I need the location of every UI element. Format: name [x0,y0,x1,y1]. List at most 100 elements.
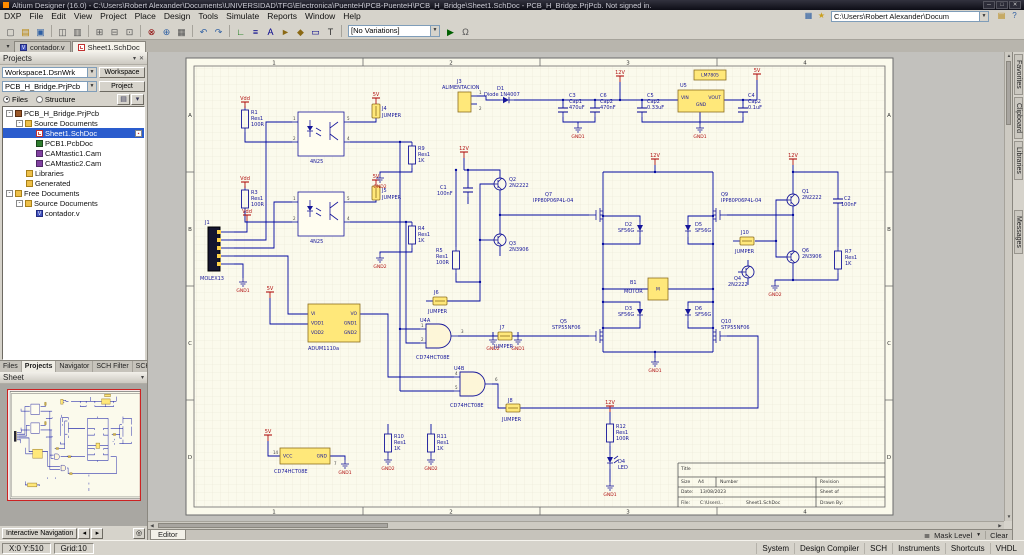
panel-menu-icon[interactable]: ▾ [133,55,136,62]
jumper[interactable] [498,332,512,340]
tree-item[interactable]: Vcontador.v [3,208,144,218]
place-bus-icon[interactable]: ≡ [248,24,263,38]
paste-icon[interactable]: ▦ [174,24,189,38]
undo-icon[interactable]: ↶ [196,24,211,38]
optocoupler-4n25[interactable] [30,404,39,414]
doc-tab-contador.v[interactable]: Vcontador.v [14,41,71,52]
optocoupler-4n25[interactable] [292,112,350,156]
schematic-canvas[interactable]: 11223344AABBCCDDTitleSizeA4NumberRevisio… [148,52,1004,521]
open-icon[interactable]: ▤ [18,24,33,38]
interactive-navigation-button[interactable]: Interactive Navigation [2,528,77,539]
print-icon[interactable]: ◫ [55,24,70,38]
save-icon[interactable]: ▣ [33,24,48,38]
panel-tab-sch[interactable]: SCH [133,361,147,372]
menu-view[interactable]: View [70,10,96,22]
open-folder-icon[interactable]: ▤ [996,11,1007,21]
chevron-down-icon[interactable]: ▼ [87,82,96,91]
optocoupler-4n25[interactable] [292,192,350,236]
menu-tools[interactable]: Tools [194,10,222,22]
close-button[interactable]: ✕ [1009,1,1021,9]
and-gate[interactable] [61,465,66,471]
right-tab-clipboard[interactable]: Clipboard [1014,97,1023,139]
document-path-combobox[interactable]: C:\Users\Robert Alexander\Docum ▼ [831,11,989,22]
place-wire-icon[interactable]: ∟ [233,24,248,38]
tree-expander-icon[interactable]: - [6,110,13,117]
nav-back-icon[interactable]: ◂ [78,528,90,539]
sheet-preview-thumbnail[interactable] [7,389,141,501]
tree-expander-icon[interactable]: - [16,200,23,207]
menu-design[interactable]: Design [160,10,194,22]
panel-options-icon[interactable]: ▾ [131,94,144,105]
panel-close-icon[interactable]: ✕ [139,55,144,62]
menu-file[interactable]: File [25,10,47,22]
zoom-area-icon[interactable]: ⊞ [92,24,107,38]
cut-icon[interactable]: ⊗ [144,24,159,38]
mask-level-button[interactable]: Mask Level [934,531,972,540]
mask-level-icon[interactable]: ≣ [924,531,930,540]
redo-icon[interactable]: ↷ [211,24,226,38]
tree-item[interactable]: -Source Documents [3,198,144,208]
tree-item[interactable]: PCB1.PcbDoc [3,138,144,148]
tab-list-icon[interactable]: ▾ [2,42,14,52]
connector-molex13[interactable] [14,431,16,441]
jumper[interactable] [113,433,116,435]
project-button[interactable]: Project [99,81,145,92]
workspace-button[interactable]: Workspace [99,67,145,78]
menu-reports[interactable]: Reports [263,10,301,22]
status-panel-design-compiler[interactable]: Design Compiler [794,543,864,554]
status-panel-instruments[interactable]: Instruments [892,543,945,554]
menu-simulate[interactable]: Simulate [222,10,263,22]
menu-window[interactable]: Window [301,10,339,22]
favorites-icon[interactable]: ★ [816,11,827,21]
chevron-down-icon[interactable]: ▼ [430,26,439,36]
jumper[interactable] [44,402,45,405]
place-part-icon[interactable]: ◆ [293,24,308,38]
right-tab-libraries[interactable]: Libraries [1014,141,1023,180]
jumper[interactable] [68,456,71,458]
status-panel-vhdl[interactable]: VHDL [990,543,1022,554]
panel-tab-files[interactable]: Files [0,361,22,372]
tree-item[interactable]: -PCB_H_Bridge.PrjPcb [3,108,144,118]
copy-icon[interactable]: ⊕ [159,24,174,38]
workspace-combobox[interactable]: Workspace1.DsnWrk ▼ [2,67,97,78]
new-document-icon[interactable]: ▢ [3,24,18,38]
status-panel-sch[interactable]: SCH [864,543,892,554]
menu-help[interactable]: Help [339,10,364,22]
panel-tab-projects[interactable]: Projects [22,361,57,372]
tree-item[interactable]: Sheet1.SchDoc▪ [3,128,144,138]
project-combobox[interactable]: PCB_H_Bridge.PrjPcb ▼ [2,81,97,92]
right-tab-favorites[interactable]: Favorites [1014,54,1023,95]
zoom-fit-icon[interactable]: ⊟ [107,24,122,38]
zoom-tool-icon[interactable]: ◎ [133,528,145,539]
sort-icon[interactable]: ▤ [117,94,130,105]
home-icon[interactable]: ▦ [803,11,814,21]
compile-icon[interactable]: ▶ [443,24,458,38]
menu-project[interactable]: Project [96,10,130,22]
minimize-button[interactable]: ─ [983,1,995,9]
status-panel-system[interactable]: System [756,543,794,554]
tree-item[interactable]: Libraries [3,168,144,178]
panel-tab-navigator[interactable]: Navigator [56,361,93,372]
status-panel-shortcuts[interactable]: Shortcuts [945,543,990,554]
chevron-down-icon[interactable]: ▼ [979,12,988,21]
jumper[interactable] [44,421,45,424]
doc-tab-Sheet1.SchDoc[interactable]: Sheet1.SchDoc [72,41,146,52]
menu-edit[interactable]: Edit [47,10,70,22]
vertical-scroll-thumb[interactable] [1006,61,1011,125]
print-preview-icon[interactable]: ▥ [70,24,85,38]
tree-item[interactable]: CAMtastic2.Cam [3,158,144,168]
optocoupler-4n25[interactable] [30,423,39,433]
structure-radio[interactable] [36,96,43,103]
tree-item[interactable]: Generated [3,178,144,188]
tree-item[interactable]: -Source Documents [3,118,144,128]
editor-tab[interactable]: Editor [150,530,186,540]
files-radio[interactable] [3,96,10,103]
jumper[interactable] [69,473,72,475]
panel-menu-icon[interactable]: ▾ [141,374,144,381]
scroll-right-icon[interactable]: ▶ [996,522,1004,529]
jumper[interactable] [740,237,754,245]
tree-expander-icon[interactable]: - [16,120,23,127]
maximize-button[interactable]: □ [996,1,1008,9]
clear-button[interactable]: Clear [990,531,1008,540]
place-net-label-icon[interactable]: A [263,24,278,38]
